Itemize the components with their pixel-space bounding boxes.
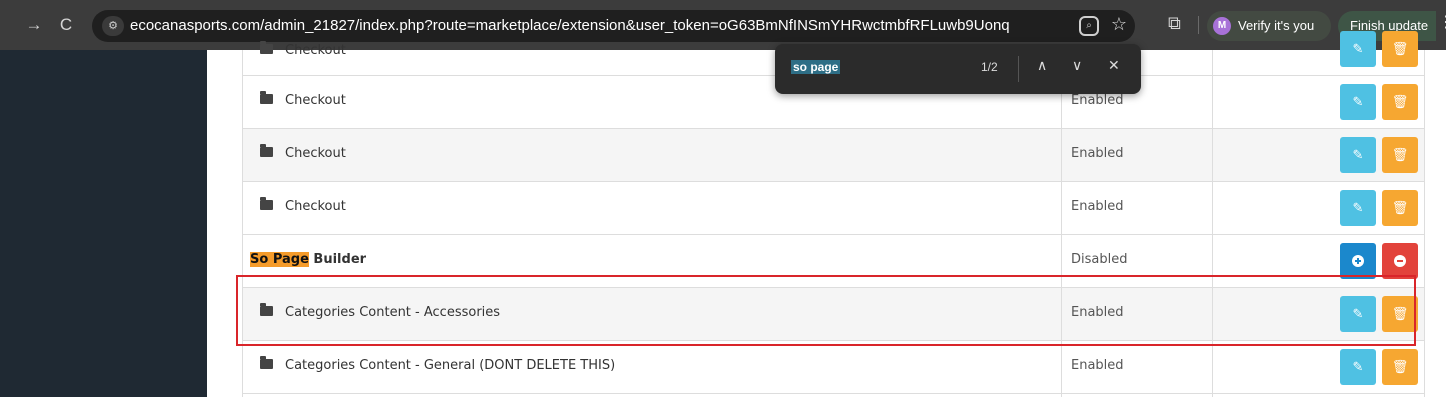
- folder-icon: [260, 144, 273, 157]
- find-match-count: 1/2: [981, 60, 998, 74]
- edit-button[interactable]: ✎: [1340, 31, 1376, 67]
- row-status: Disabled: [1071, 252, 1128, 267]
- chevron-down-icon[interactable]: ∨: [1072, 57, 1082, 74]
- forward-icon[interactable]: →: [24, 13, 44, 37]
- search-highlight: So Page: [250, 252, 309, 267]
- find-input[interactable]: so page: [791, 60, 841, 74]
- row-name: Checkout: [250, 41, 346, 58]
- table-border: [1424, 50, 1425, 397]
- minus-circle-icon: [1394, 255, 1406, 267]
- delete-button[interactable]: 🗑: [1382, 84, 1418, 120]
- admin-sidebar: [0, 50, 207, 397]
- row-status: Enabled: [1071, 358, 1124, 373]
- row-name: Checkout: [250, 91, 346, 108]
- folder-icon: [260, 41, 273, 54]
- menu-kebab-icon[interactable]: ⋮: [1438, 12, 1446, 32]
- edit-button[interactable]: ✎: [1340, 137, 1376, 173]
- row-name: Categories Content - General (DONT DELET…: [250, 356, 615, 373]
- folder-icon: [260, 91, 273, 104]
- delete-button[interactable]: 🗑: [1382, 137, 1418, 173]
- find-divider: [1018, 56, 1019, 82]
- row-name: So Page Builder: [250, 252, 367, 267]
- chevron-up-icon[interactable]: ∧: [1037, 57, 1047, 74]
- edit-button[interactable]: ✎: [1340, 349, 1376, 385]
- install-button[interactable]: [1340, 243, 1376, 279]
- site-settings-icon[interactable]: ⚙: [102, 16, 124, 36]
- row-name: Checkout: [250, 197, 346, 214]
- plus-circle-icon: [1352, 255, 1364, 267]
- edit-button[interactable]: ✎: [1340, 190, 1376, 226]
- close-icon[interactable]: ✕: [1108, 57, 1120, 74]
- find-bar: so page 1/2 ∧ ∨ ✕: [775, 44, 1141, 94]
- annotation-highlight-box: [236, 275, 1416, 346]
- row-name: Checkout: [250, 144, 346, 161]
- uninstall-button[interactable]: [1382, 243, 1418, 279]
- table-row: Checkout Enabled ✎ 🗑: [242, 182, 1425, 235]
- table-row: Categories Content - General (DONT DELET…: [242, 341, 1425, 394]
- row-status: Enabled: [1071, 199, 1124, 214]
- delete-button[interactable]: 🗑: [1382, 349, 1418, 385]
- edit-button[interactable]: ✎: [1340, 84, 1376, 120]
- row-status: Enabled: [1071, 146, 1124, 161]
- folder-icon: [260, 197, 273, 210]
- table-row: Checkout Enabled ✎ 🗑: [242, 129, 1425, 182]
- reload-icon[interactable]: C: [56, 13, 76, 37]
- delete-button[interactable]: 🗑: [1382, 31, 1418, 67]
- folder-icon: [260, 356, 273, 369]
- row-status: Enabled: [1071, 93, 1124, 108]
- delete-button[interactable]: 🗑: [1382, 190, 1418, 226]
